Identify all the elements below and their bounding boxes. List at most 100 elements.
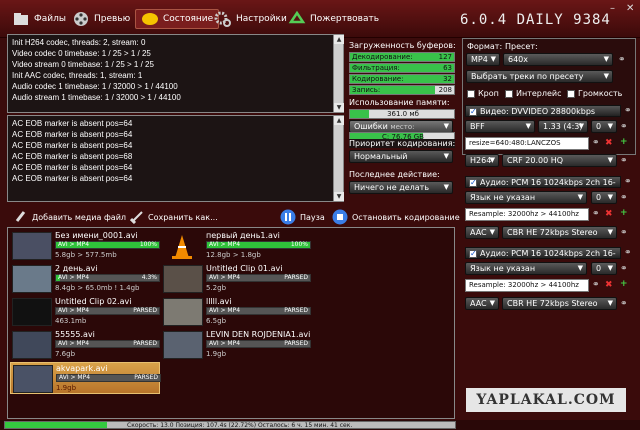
video-thumbnail (12, 298, 52, 326)
language-select[interactable]: Язык не указан ▼ (465, 191, 587, 204)
delete-icon[interactable]: ✖ (605, 280, 613, 290)
list-item[interactable]: Без имени_0001.avi AVI > MP4 100% 5.8gb > 5… (10, 230, 160, 262)
field-order-select[interactable]: BFF ▼ (465, 120, 535, 133)
list-item[interactable]: первый день1.avi AVI > MP4 100% 12.8gb > 1.… (161, 230, 311, 262)
minimize-button[interactable]: – (610, 3, 615, 14)
scroll-down-icon[interactable]: ▼ (334, 103, 344, 112)
audio-delay-select[interactable]: 0 ▼ (591, 262, 617, 275)
status-bar: Скорость: 13.0 Позиция: 107.4s (22.72%) … (0, 420, 640, 430)
audio-track-2-header[interactable]: Аудио: PCM 16 1024kbps 2ch 16-bit... (465, 247, 621, 270)
link-icon[interactable]: ⚭ (624, 106, 632, 116)
film-reel-icon (72, 10, 90, 28)
list-item[interactable]: LEVIN DEN ROJDENIA1.avi AVI > MP4 PARSED 1.… (161, 329, 311, 361)
list-item-selected[interactable]: akvapark.avi AVI > MP4 PARSED 1.9gb (10, 362, 161, 394)
link-icon[interactable]: ⚭ (620, 264, 628, 274)
video-thumbnail (163, 265, 203, 293)
link-icon[interactable]: ⚭ (620, 299, 628, 309)
tracks-select[interactable]: Выбрать треки по пресету ▼ (466, 70, 613, 83)
file-progress: AVI > MP4 PARSED (206, 274, 311, 282)
crop-checkbox[interactable]: Кроп (467, 89, 499, 98)
delete-icon[interactable]: ✖ (605, 138, 613, 148)
error-log-scrollbar[interactable]: ▲ ▼ (333, 116, 344, 201)
format-select[interactable]: MP4 ▼ (466, 53, 500, 66)
lemon-icon (141, 10, 159, 28)
resample-input[interactable]: Resample: 32000hz > 44100hz (465, 208, 589, 221)
priority-title: Приоритет кодирования: (349, 139, 456, 148)
interlace-checkbox[interactable]: Интерлейс (505, 89, 562, 98)
link-icon[interactable]: ⚭ (620, 156, 628, 166)
last-action-select[interactable]: Ничего не делать ▼ (349, 181, 453, 194)
gears-icon (214, 10, 232, 28)
volume-checkbox[interactable]: Громкость (567, 89, 622, 98)
watermark-logo: YAPLAKAL.COM (466, 388, 626, 412)
audio-delay-select[interactable]: 0 ▼ (591, 191, 617, 204)
list-item[interactable]: 55555.avi AVI > MP4 PARSED 7.6gb (10, 329, 160, 361)
preset-select[interactable]: 640x ▼ (503, 53, 613, 66)
list-item[interactable]: lllll.avi AVI > MP4 PARSED 6.5gb (161, 296, 311, 328)
log-line: Video codec 0 timebase: 1 / 25 > 1 / 25 (12, 49, 151, 58)
pause-icon (280, 209, 296, 225)
scroll-down-icon[interactable]: ▼ (334, 192, 344, 201)
list-item[interactable]: 2 день.avi AVI > MP4 4.3% 8.4gb > 65.0mb ! … (10, 263, 160, 295)
add-icon[interactable]: + (620, 137, 628, 147)
link-icon[interactable]: ⚭ (592, 209, 600, 219)
video-track-header[interactable]: Видео: DVVIDEO 28800kbps 720x576... (465, 105, 621, 128)
chevron-down-icon: ▼ (443, 152, 449, 160)
tab-preview[interactable]: Превью (72, 9, 130, 29)
codec-log-panel: Init H264 codec, threads: 2, stream: 0 Vi… (7, 34, 344, 113)
file-list: Без имени_0001.avi AVI > MP4 100% 5.8gb > 5… (7, 227, 455, 419)
audio-bitrate-select[interactable]: CBR HE 72kbps Stereo ▼ (502, 226, 617, 239)
audio-bitrate-select[interactable]: CBR HE 72kbps Stereo ▼ (502, 297, 617, 310)
quality-select[interactable]: CRF 20.00 HQ ▼ (502, 154, 617, 167)
stop-encoding-button[interactable]: Остановить кодирование (332, 207, 460, 227)
link-icon[interactable]: ⚭ (624, 248, 632, 258)
audio-codec-select[interactable]: AAC ▼ (465, 297, 499, 310)
link-icon[interactable]: ⚭ (592, 280, 600, 290)
language-select[interactable]: Язык не указан ▼ (465, 262, 587, 275)
link-icon[interactable]: ⚭ (592, 138, 600, 148)
video-codec-select[interactable]: H264 ▼ (465, 154, 499, 167)
aspect-select[interactable]: 1.33 (4:3) ▼ (538, 120, 588, 133)
broom-icon (129, 210, 144, 225)
priority-select[interactable]: Нормальный ▼ (349, 150, 453, 163)
top-toolbar: Файлы Превью Состояние Настройки Пожертв… (0, 0, 640, 38)
pause-button[interactable]: Пауза (280, 207, 325, 227)
link-icon[interactable]: ⚭ (620, 122, 628, 132)
codec-log-scrollbar[interactable]: ▲ ▼ (333, 35, 344, 112)
add-icon[interactable]: + (620, 279, 628, 289)
link-icon[interactable]: ⚭ (624, 177, 632, 187)
scroll-up-icon[interactable]: ▲ (334, 116, 344, 125)
log-line: AC EOB marker is absent pos=64 (12, 141, 133, 150)
memory-used-bar: 361.0 мб (349, 109, 455, 119)
buffer-decode: Декодирование: 127 (349, 52, 455, 62)
link-icon[interactable]: ⚭ (620, 193, 628, 203)
file-progress: AVI > MP4 PARSED (206, 340, 311, 348)
resample-input[interactable]: Resample: 32000hz > 44100hz (465, 279, 589, 292)
link-icon[interactable]: ⚭ (620, 228, 628, 238)
video-thumbnail (13, 365, 53, 393)
memory-title: Использование памяти: (349, 98, 450, 107)
save-as-button[interactable]: Сохранить как... (129, 207, 218, 227)
audio-codec-select[interactable]: AAC ▼ (465, 226, 499, 239)
tab-donate[interactable]: Пожертвовать (288, 9, 379, 29)
tab-files[interactable]: Файлы (12, 9, 66, 29)
log-line: AC EOB marker is absent pos=64 (12, 174, 133, 183)
scroll-up-icon[interactable]: ▲ (334, 35, 344, 44)
add-media-button[interactable]: Добавить медиа файл (14, 207, 126, 227)
delete-icon[interactable]: ✖ (605, 209, 613, 219)
list-item[interactable]: Untitled Clip 02.avi AVI > MP4 PARSED 463.1… (10, 296, 160, 328)
close-button[interactable]: ✕ (626, 3, 634, 14)
tab-settings[interactable]: Настройки (214, 9, 287, 29)
clip-icon (14, 210, 28, 224)
tab-label: Пожертвовать (310, 14, 380, 24)
filter-input[interactable]: resize=640:480:LANCZOS (465, 137, 589, 150)
link-icon[interactable]: ⚭ (618, 55, 626, 65)
tab-label: Настройки (236, 14, 287, 24)
tab-status[interactable]: Состояние (135, 9, 220, 29)
list-item[interactable]: Untitled Clip 01.avi AVI > MP4 PARSED 5.2gb (161, 263, 311, 295)
rotate-select[interactable]: 0 ▼ (591, 120, 617, 133)
audio-track-1-header[interactable]: Аудио: PCM 16 1024kbps 2ch 16-bit... (465, 176, 621, 199)
tab-label: Превью (94, 14, 131, 24)
error-log-panel: AC EOB marker is absent pos=64 AC EOB mar… (7, 115, 344, 202)
add-icon[interactable]: + (620, 208, 628, 218)
